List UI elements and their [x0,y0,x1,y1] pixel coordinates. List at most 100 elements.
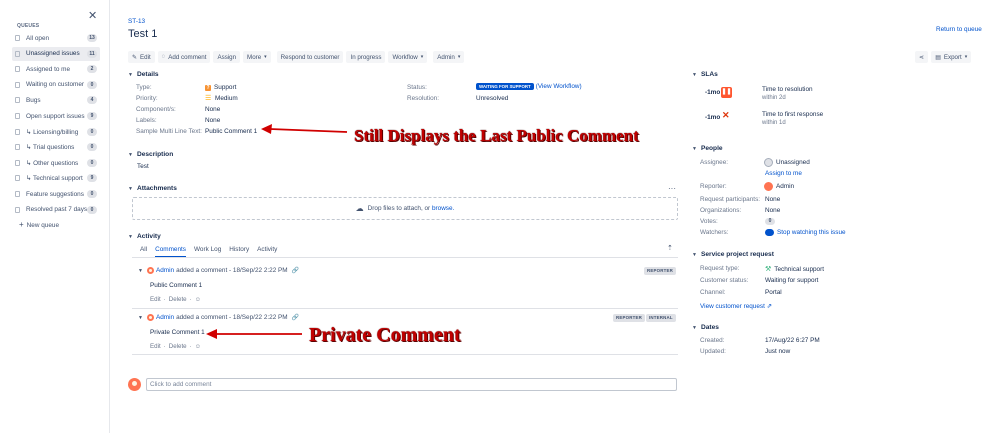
votes-label: Votes: [700,218,718,225]
add-comment-input[interactable]: Click to add comment [146,378,677,391]
priority-medium-icon: ☰ [205,94,212,102]
share-icon: ⋖ [919,53,925,61]
queue-item[interactable]: Feature suggestions 0 [12,187,100,201]
more-button[interactable]: More ▾ [243,51,271,63]
queue-icon [15,113,20,119]
comment-author-link[interactable]: Admin [156,267,174,274]
chevron-down-icon: ▼ [128,233,133,240]
components-label: Component/s: [136,106,176,113]
multiline-text-label: Sample Multi Line Text: [136,128,202,135]
attachments-section-toggle[interactable]: ▼ Attachments [128,185,177,192]
queue-item[interactable]: ↳ Other questions 0 [12,156,100,170]
reporter-tag: REPORTER [613,314,645,322]
new-queue-button[interactable]: + New queue [19,220,59,229]
updated-value: Just now [765,348,791,355]
queue-icon [15,206,20,213]
queue-item[interactable]: ↳ Technical support 9 [12,171,100,185]
description-text[interactable]: Test [137,163,149,170]
participants-value[interactable]: None [765,196,780,203]
queue-item[interactable]: Assigned to me 2 [12,62,100,76]
avatar [146,314,154,321]
watchers-value[interactable]: Stop watching this issue [765,229,846,236]
queue-label: Assigned to me [26,65,71,73]
queue-item[interactable]: Unassigned issues 11 [12,46,100,61]
queue-item[interactable]: Resolved past 7 days 0 [12,203,100,217]
browse-link[interactable]: browse. [432,205,454,212]
organizations-value[interactable]: None [765,207,780,214]
more-actions-icon[interactable]: ··· [668,184,676,193]
share-button[interactable]: ⋖ [915,51,929,63]
comment-edit-link[interactable]: Edit [150,343,161,350]
chevron-down-icon[interactable]: ▼ [138,315,143,321]
avatar [128,378,141,391]
activity-section-toggle[interactable]: ▼ Activity [128,233,161,240]
queue-item[interactable]: ↳ Licensing/billing 0 [12,125,100,139]
in-progress-button[interactable]: In progress [346,51,386,63]
priority-value[interactable]: ☰ Medium [205,94,238,103]
people-section-toggle[interactable]: ▼ People [692,145,723,152]
export-icon: ▤ [935,54,941,61]
queue-icon [15,97,20,104]
reporter-value[interactable]: Admin [764,182,794,191]
edit-button[interactable]: ✎ Edit [128,51,155,63]
participants-label: Request participants: [700,196,761,203]
comment-author-link[interactable]: Admin [156,314,174,321]
attachment-dropzone[interactable]: ☁ Drop files to attach, or browse. [132,197,678,220]
permalink-icon[interactable]: 🔗 [292,267,299,274]
components-value[interactable]: None [205,106,220,113]
queue-icon [15,144,20,151]
details-section-toggle[interactable]: ▼ Details [128,71,159,78]
queue-item[interactable]: All open 13 [12,31,100,45]
sort-order-icon[interactable]: ⇡ [667,244,673,252]
created-value: 17/Aug/22 6:27 PM [765,337,820,344]
view-workflow-link[interactable]: (View Workflow) [536,83,582,90]
watchers-label: Watchers: [700,229,729,236]
chevron-down-icon: ▼ [692,251,697,258]
breadcrumb[interactable]: ST-13 [128,18,145,25]
pause-icon: ❚❚ [721,87,732,98]
view-customer-request-link[interactable]: View customer request ⇗ [700,302,772,311]
multiline-text-value[interactable]: Public Comment 1 [205,128,257,135]
respond-to-customer-button[interactable]: Respond to customer [276,51,344,63]
reaction-icon[interactable]: ☺ [195,296,201,303]
type-label: Type: [136,84,152,91]
permalink-icon[interactable]: 🔗 [292,314,299,321]
add-comment-button[interactable]: ◌ Add comment [157,51,211,63]
queue-item[interactable]: Open support issues 9 [12,109,100,123]
organizations-label: Organizations: [700,207,742,214]
labels-value[interactable]: None [205,117,220,124]
queue-icon [15,159,20,166]
admin-button[interactable]: Admin ▾ [433,51,465,63]
queue-item[interactable]: Bugs 4 [12,93,100,107]
votes-value[interactable]: 0 [765,218,775,225]
queue-item[interactable]: Waiting on customer 0 [12,78,100,92]
close-icon[interactable]: ✕ [88,9,97,22]
assignee-label: Assignee: [700,159,729,166]
workflow-button[interactable]: Workflow ▾ [388,51,428,63]
return-to-queue-link[interactable]: Return to queue [936,26,982,33]
service-request-section-toggle[interactable]: ▼ Service project request [692,251,774,258]
comment-delete-link[interactable]: Delete [169,296,187,303]
assign-to-me-link[interactable]: Assign to me [765,170,802,177]
queue-label: Open support issues [26,112,85,120]
queues-sidebar: ✕ QUEUES All open 13 Unassigned issues 11 As… [0,0,110,433]
comment-edit-link[interactable]: Edit [150,296,161,303]
queue-label: Bugs [26,96,41,104]
slas-section-toggle[interactable]: ▼ SLAs [692,71,718,78]
dates-section-toggle[interactable]: ▼ Dates [692,324,719,331]
type-value[interactable]: ? Support [205,84,236,91]
queue-item[interactable]: ↳ Trial questions 0 [12,140,100,154]
assign-button[interactable]: Assign [213,51,241,63]
comment-delete-link[interactable]: Delete [169,343,187,350]
reaction-icon[interactable]: ☺ [195,343,201,350]
customer-status-value: Waiting for support [765,277,819,284]
status-badge[interactable]: WAITING FOR SUPPORT [476,83,534,90]
export-button[interactable]: ▤ Export ▾ [931,51,972,63]
sla-goal: within 1d [762,120,786,126]
request-type-value[interactable]: ⚒ Technical support [765,265,824,274]
reporter-label: Reporter: [700,183,727,190]
description-section-toggle[interactable]: ▼ Description [128,151,173,158]
chevron-down-icon[interactable]: ▼ [138,268,143,274]
issue-toolbar: ✎ Edit ◌ Add comment Assign More ▾ Respond … [128,51,465,63]
assignee-value[interactable]: Unassigned [764,158,810,167]
